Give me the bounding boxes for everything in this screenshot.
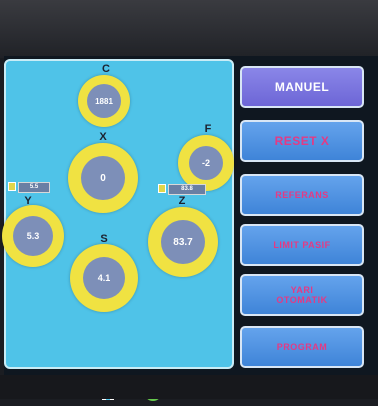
axis-z-label: Z [178, 195, 186, 207]
axis-f-label: F [204, 123, 212, 135]
axis-z-value: 83.7 [161, 220, 205, 264]
axis-z-badge: 83.8 [168, 184, 206, 195]
yari-otomatik-button[interactable]: YARI OTOMATIK [240, 274, 364, 316]
axis-y-value: 5.3 [13, 216, 53, 256]
axis-x-label: X [99, 131, 107, 143]
axis-c-label: C [102, 63, 110, 75]
program-button[interactable]: PROGRAM [240, 326, 364, 368]
axis-z-badge-icon [158, 184, 166, 193]
axis-y-badge-icon [8, 182, 16, 191]
screen-bezel-top [0, 0, 378, 58]
axis-s-value: 4.1 [83, 257, 125, 299]
axis-y-badge: 5.5 [18, 182, 50, 193]
reset-x-button[interactable]: RESET X [240, 120, 364, 162]
manuel-button[interactable]: MANUEL [240, 66, 364, 108]
axis-c-value: 1881 [87, 84, 121, 118]
screen-bezel-bottom [0, 375, 378, 399]
axis-x-value: 0 [81, 156, 125, 200]
referans-button[interactable]: REFERANS [240, 174, 364, 216]
axis-f-value: -2 [189, 146, 223, 180]
limit-pasif-button[interactable]: LIMIT PASIF [240, 224, 364, 266]
axis-panel: C 1881 X 0 F -2 5.5 Y 5.3 83.8 Z 83.7 S … [2, 59, 234, 401]
